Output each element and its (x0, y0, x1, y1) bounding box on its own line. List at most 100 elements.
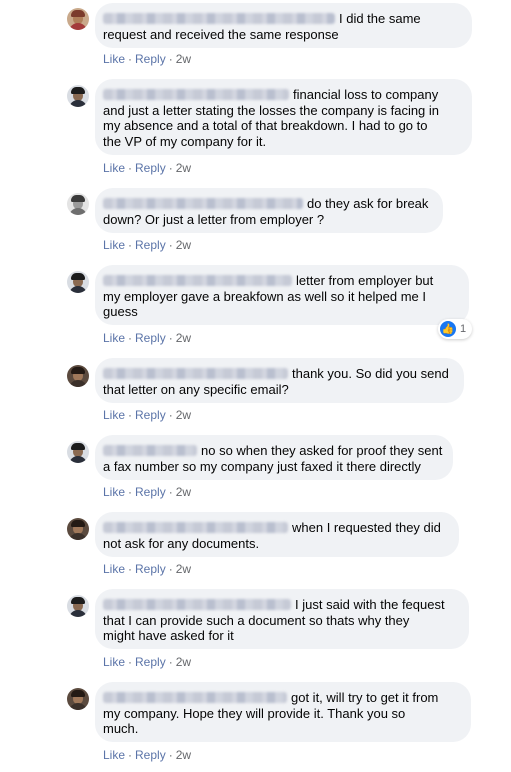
avatar[interactable] (67, 688, 89, 710)
comment-actions: Like · Reply · 2w (103, 52, 191, 66)
reply-link[interactable]: Reply (135, 655, 166, 669)
timestamp[interactable]: 2w (176, 408, 191, 422)
comment-bubble: letter from employer but my employer gav… (95, 265, 469, 325)
comment-actions: Like · Reply · 2w (103, 408, 191, 422)
reply-link[interactable]: Reply (135, 331, 166, 345)
redacted-author-name (103, 275, 292, 286)
comment-actions: Like · Reply · 2w (103, 161, 191, 175)
avatar[interactable] (67, 271, 89, 293)
avatar[interactable] (67, 193, 89, 215)
timestamp[interactable]: 2w (176, 161, 191, 175)
like-link[interactable]: Like (103, 748, 125, 762)
timestamp[interactable]: 2w (176, 655, 191, 669)
like-link[interactable]: Like (103, 161, 125, 175)
comment-bubble: do they ask for break down? Or just a le… (95, 188, 443, 233)
separator-dot: · (128, 161, 133, 175)
reply-link[interactable]: Reply (135, 748, 166, 762)
separator-dot: · (168, 331, 173, 345)
reply-link[interactable]: Reply (135, 408, 166, 422)
separator-dot: · (168, 161, 173, 175)
separator-dot: · (168, 408, 173, 422)
comment-text-line: my absence and a total of that breakdown… (103, 118, 428, 134)
comment-text-line: when I requested they did (292, 520, 441, 535)
redacted-author-name (103, 522, 288, 533)
avatar[interactable] (67, 8, 89, 30)
reply-link[interactable]: Reply (135, 52, 166, 66)
redacted-author-name (103, 445, 197, 456)
comment-text-line: I just said with the fequest (295, 597, 445, 612)
separator-dot: · (168, 748, 173, 762)
comment-bubble: when I requested they did not ask for an… (95, 512, 459, 557)
comment-text-line: I did the same (339, 11, 421, 26)
separator-dot: · (168, 52, 173, 66)
comment-actions: Like · Reply · 2w (103, 238, 191, 252)
separator-dot: · (168, 238, 173, 252)
comment-bubble: no so when they asked for proof they sen… (95, 435, 453, 480)
comment-text-line: guess (103, 304, 138, 320)
avatar[interactable] (67, 365, 89, 387)
comment-text-line: letter from employer but (296, 273, 434, 288)
redacted-author-name (103, 89, 289, 100)
like-link[interactable]: Like (103, 408, 125, 422)
redacted-author-name (103, 198, 303, 209)
comment-actions: Like · Reply · 2w (103, 331, 191, 345)
comment-actions: Like · Reply · 2w (103, 655, 191, 669)
comment-text-line: might have asked for it (103, 628, 234, 644)
comment-text-line: that letter on any specific email? (103, 381, 289, 397)
like-link[interactable]: Like (103, 562, 125, 576)
comment-text-line: financial loss to company (293, 87, 439, 102)
reply-link[interactable]: Reply (135, 238, 166, 252)
comment-actions: Like · Reply · 2w (103, 485, 191, 499)
reaction-badge[interactable]: 👍 1 (438, 319, 473, 339)
separator-dot: · (168, 485, 173, 499)
separator-dot: · (128, 562, 133, 576)
comment-text-line: and just a letter stating the losses the… (103, 102, 440, 118)
comment-text-line: no so when they asked for proof they sen… (201, 443, 443, 458)
separator-dot: · (128, 485, 133, 499)
redacted-author-name (103, 368, 288, 379)
comment-text-line: much. (103, 721, 139, 737)
redacted-author-name (103, 599, 291, 610)
timestamp[interactable]: 2w (176, 52, 191, 66)
timestamp[interactable]: 2w (176, 238, 191, 252)
separator-dot: · (128, 331, 133, 345)
reply-link[interactable]: Reply (135, 161, 166, 175)
comment-text-line: the VP of my company for it. (103, 133, 267, 149)
comment-text-line: request and received the same response (103, 26, 339, 42)
comment-actions: Like · Reply · 2w (103, 748, 191, 762)
like-link[interactable]: Like (103, 238, 125, 252)
like-link[interactable]: Like (103, 655, 125, 669)
timestamp[interactable]: 2w (176, 748, 191, 762)
reply-link[interactable]: Reply (135, 485, 166, 499)
like-link[interactable]: Like (103, 485, 125, 499)
comment-text-line: down? Or just a letter from employer ? (103, 211, 325, 227)
timestamp[interactable]: 2w (176, 485, 191, 499)
thumbs-up-icon: 👍 (440, 321, 456, 337)
avatar[interactable] (67, 85, 89, 107)
comment-text-line: my company. Hope they will provide it. T… (103, 705, 406, 721)
redacted-author-name (103, 692, 287, 703)
comment-thread: I did the same request and received the … (0, 0, 511, 772)
comment-bubble: I did the same request and received the … (95, 3, 472, 48)
comment-bubble: I just said with the fequest that I can … (95, 589, 469, 649)
redacted-author-name (103, 13, 335, 24)
avatar[interactable] (67, 595, 89, 617)
avatar[interactable] (67, 518, 89, 540)
like-link[interactable]: Like (103, 331, 125, 345)
separator-dot: · (128, 408, 133, 422)
comment-text-line: that I can provide such a document so th… (103, 612, 410, 628)
separator-dot: · (128, 748, 133, 762)
like-link[interactable]: Like (103, 52, 125, 66)
comment-bubble: got it, will try to get it from my compa… (95, 682, 471, 742)
comment-bubble: financial loss to company and just a let… (95, 79, 472, 155)
timestamp[interactable]: 2w (176, 562, 191, 576)
separator-dot: · (128, 238, 133, 252)
reply-link[interactable]: Reply (135, 562, 166, 576)
separator-dot: · (128, 52, 133, 66)
comment-text-line: got it, will try to get it from (291, 690, 439, 705)
comment-text-line: thank you. So did you send (292, 366, 449, 381)
separator-dot: · (168, 562, 173, 576)
comment-bubble: thank you. So did you send that letter o… (95, 358, 464, 403)
timestamp[interactable]: 2w (176, 331, 191, 345)
avatar[interactable] (67, 441, 89, 463)
